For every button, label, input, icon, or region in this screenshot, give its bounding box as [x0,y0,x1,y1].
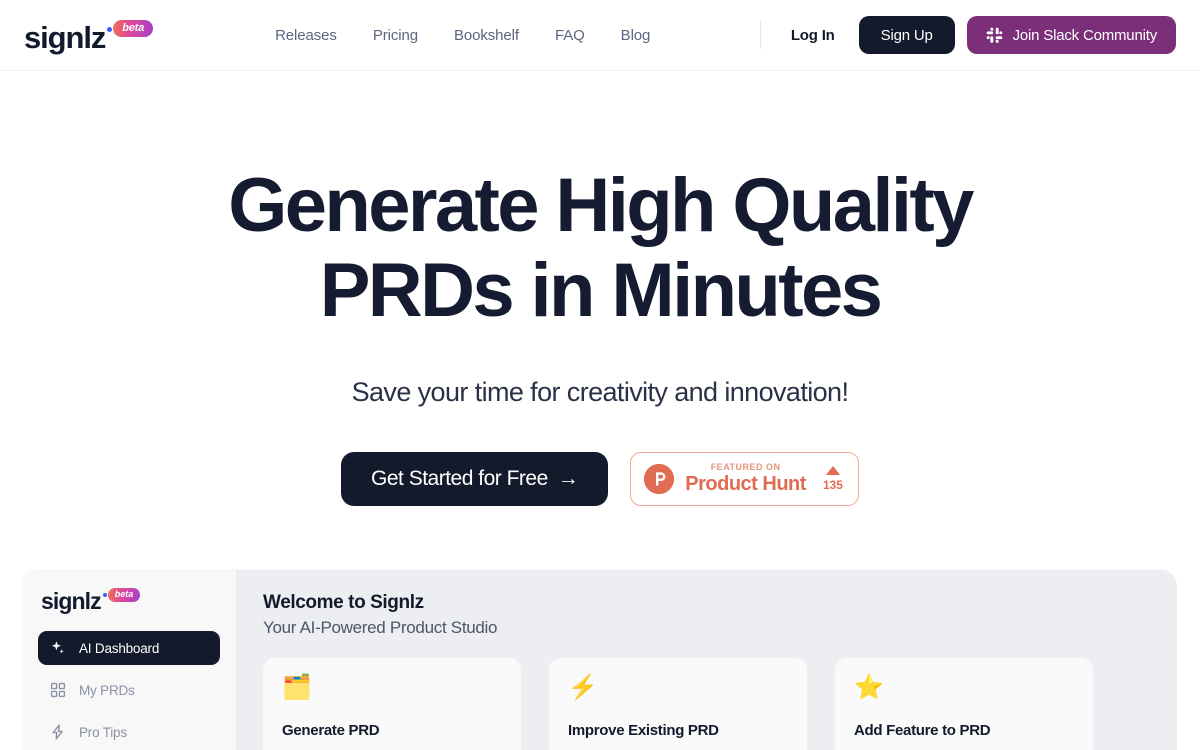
sidebar-item-my-prds[interactable]: My PRDs [38,673,220,707]
sidebar-item-label: Pro Tips [79,724,127,740]
sidebar-item-label: My PRDs [79,682,135,698]
lightning-icon [50,724,66,740]
hero-subtitle: Save your time for creativity and innova… [351,377,849,408]
dot-icon [107,26,113,32]
dashboard-brand-wordmark: signlz [41,588,102,614]
hero-section: Generate High Quality PRDs in Minutes Sa… [0,71,1200,507]
dashboard-welcome-subtitle: Your AI-Powered Product Studio [263,618,498,637]
card-title: Add Feature to PRD [854,722,991,739]
dashboard-sidebar: signlz beta AI Dashboard My PRDs Pro Tip… [22,570,237,750]
dot-icon [102,593,107,597]
main-navigation: Releases Pricing Bookshelf FAQ Blog [275,27,650,44]
nav-faq[interactable]: FAQ [555,27,585,44]
product-hunt-upvote[interactable]: 135 [823,466,843,492]
header-actions: Log In Sign Up Join Slack Community [759,16,1176,54]
product-hunt-text: FEATURED ON Product Hunt [685,462,806,496]
login-link[interactable]: Log In [791,27,835,44]
triangle-up-icon [825,466,840,476]
sparkle-icon [50,640,66,656]
page-title: Generate High Quality PRDs in Minutes [0,163,1200,333]
product-hunt-logo-icon [644,464,675,495]
dashboard-welcome-title: Welcome to Signlz [263,592,424,613]
grid-icon [50,682,66,698]
nav-blog[interactable]: Blog [621,27,651,44]
card-generate-prd[interactable]: 🗂️ Generate PRD [263,658,521,750]
star-icon: ⭐ [854,674,884,701]
product-hunt-featured-label: FEATURED ON [710,462,781,473]
beta-badge: beta [113,19,154,37]
dashboard-brand-logo[interactable]: signlz beta [41,588,220,614]
card-improve-existing-prd[interactable]: ⚡ Improve Existing PRD [549,658,807,750]
brand-wordmark: signlz [24,19,106,55]
card-title: Generate PRD [282,722,380,739]
get-started-button[interactable]: Get Started for Free → [341,452,609,507]
product-hunt-badge[interactable]: FEATURED ON Product Hunt 135 [630,452,859,507]
get-started-label: Get Started for Free [371,467,548,491]
site-header: signlz beta Releases Pricing Bookshelf F… [0,0,1200,71]
nav-pricing[interactable]: Pricing [373,27,418,44]
dashboard-preview: signlz beta AI Dashboard My PRDs Pro Tip… [22,570,1177,750]
high-voltage-icon: ⚡ [568,674,598,701]
header-divider [759,21,761,49]
hero-title-line-2: PRDs in Minutes [319,248,883,334]
dashboard-beta-badge: beta [107,588,141,602]
sidebar-item-label: AI Dashboard [79,640,160,656]
join-slack-label: Join Slack Community [1012,26,1158,44]
brand-logo[interactable]: signlz beta [24,19,154,55]
hero-cta-group: Get Started for Free → FEATURED ON Produ… [0,452,1200,507]
card-add-feature-to-prd[interactable]: ⭐ Add Feature to PRD [835,658,1093,750]
card-title: Improve Existing PRD [568,722,719,739]
nav-bookshelf[interactable]: Bookshelf [454,27,519,44]
nav-releases[interactable]: Releases [275,27,337,44]
sidebar-item-ai-dashboard[interactable]: AI Dashboard [38,631,220,665]
signup-button[interactable]: Sign Up [858,16,955,54]
hero-title-line-1: Generate High Quality [228,163,974,248]
slack-icon [986,27,1003,44]
join-slack-community-button[interactable]: Join Slack Community [966,16,1176,54]
product-hunt-name: Product Hunt [685,473,806,496]
dashboard-main: Welcome to Signlz Your AI-Powered Produc… [237,570,1177,750]
card-file-box-icon: 🗂️ [282,674,312,701]
sidebar-item-pro-tips[interactable]: Pro Tips [38,715,220,749]
product-hunt-upvote-count: 135 [822,478,843,493]
arrow-right-icon: → [557,467,579,491]
dashboard-card-list: 🗂️ Generate PRD ⚡ Improve Existing PRD ⭐… [263,658,1153,750]
